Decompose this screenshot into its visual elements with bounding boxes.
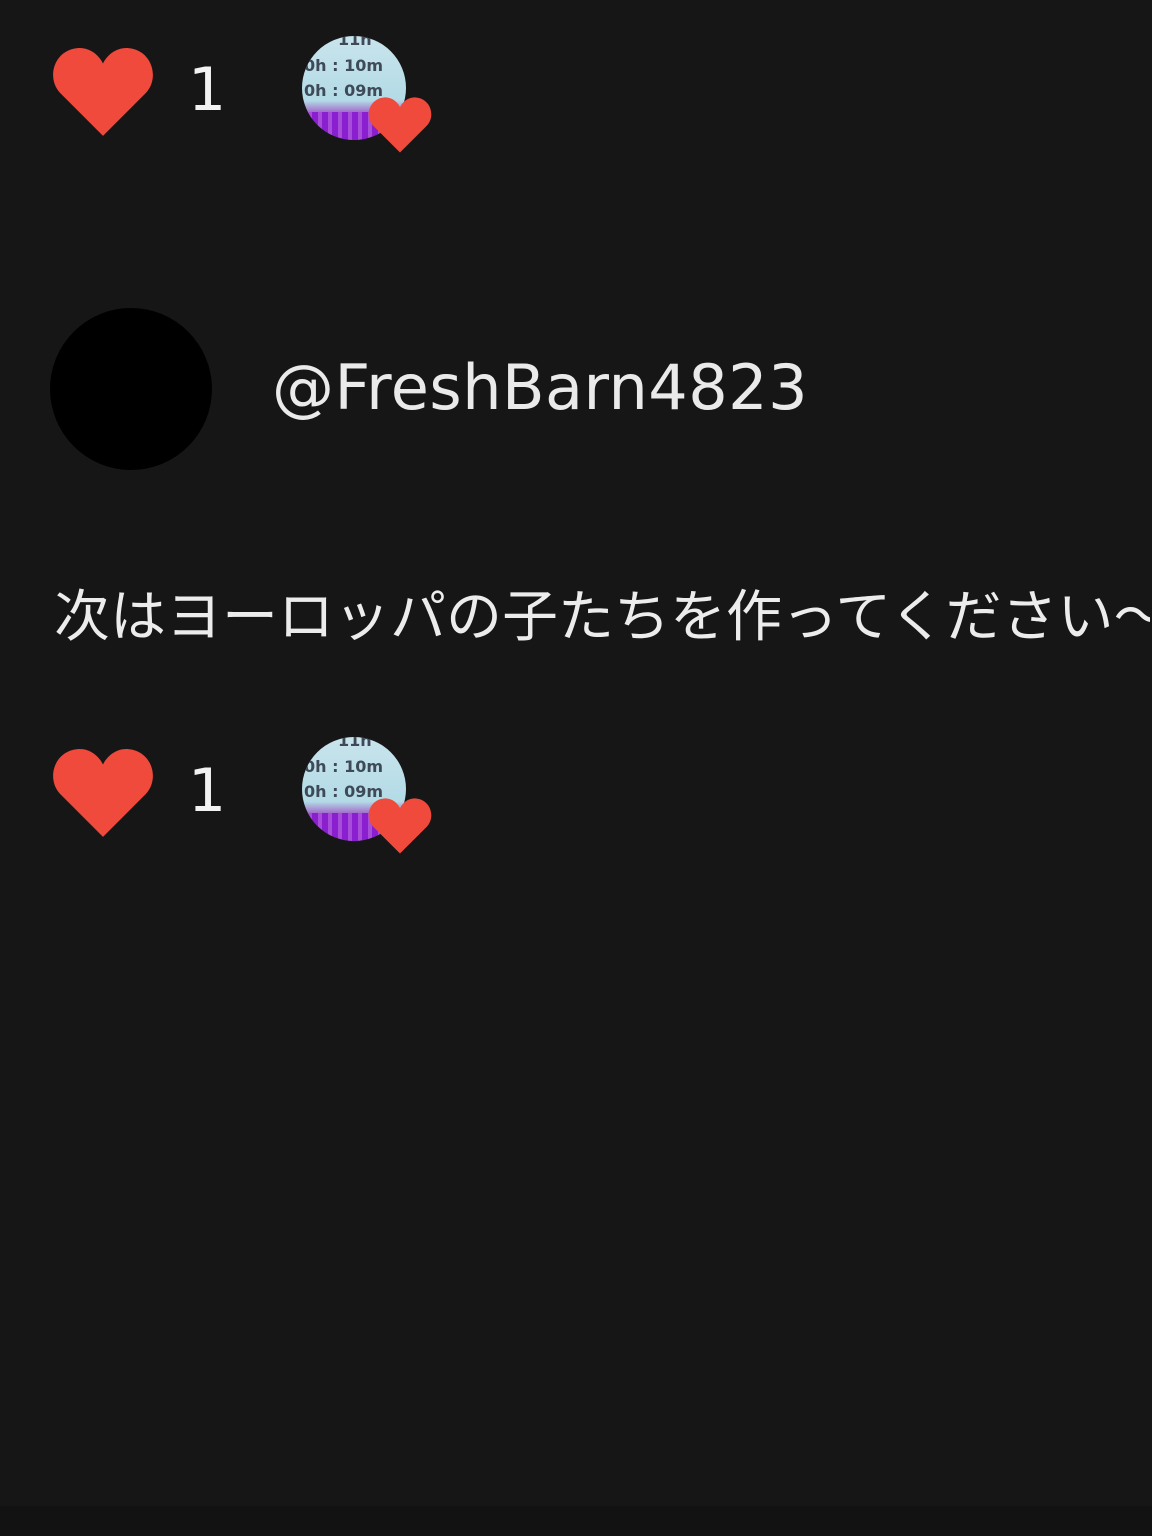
like-count: 1 (188, 756, 227, 826)
avatar-text: 0h : 10m (304, 757, 383, 776)
comment-username[interactable]: @FreshBarn4823 (272, 348, 808, 428)
avatar-text: 0h : 10m (304, 56, 383, 75)
avatar-text: 11h (338, 737, 372, 750)
reaction-row-comment: 1 11h 0h : 10m 0h : 09m (52, 737, 472, 875)
comment-text: 次はヨーロッパの子たちを作ってください〜 (54, 585, 1150, 650)
bottom-divider (0, 1506, 1152, 1536)
heart-icon (53, 749, 153, 837)
like-button[interactable] (52, 747, 154, 839)
avatar[interactable] (50, 308, 212, 470)
like-count: 1 (188, 55, 227, 125)
like-button[interactable] (52, 46, 154, 138)
creator-heart-icon (368, 96, 432, 154)
reaction-row-top: 1 11h 0h : 10m 0h : 09m (52, 36, 472, 174)
heart-icon (53, 48, 153, 136)
creator-heart-icon (368, 797, 432, 855)
avatar-text: 11h (338, 36, 372, 49)
